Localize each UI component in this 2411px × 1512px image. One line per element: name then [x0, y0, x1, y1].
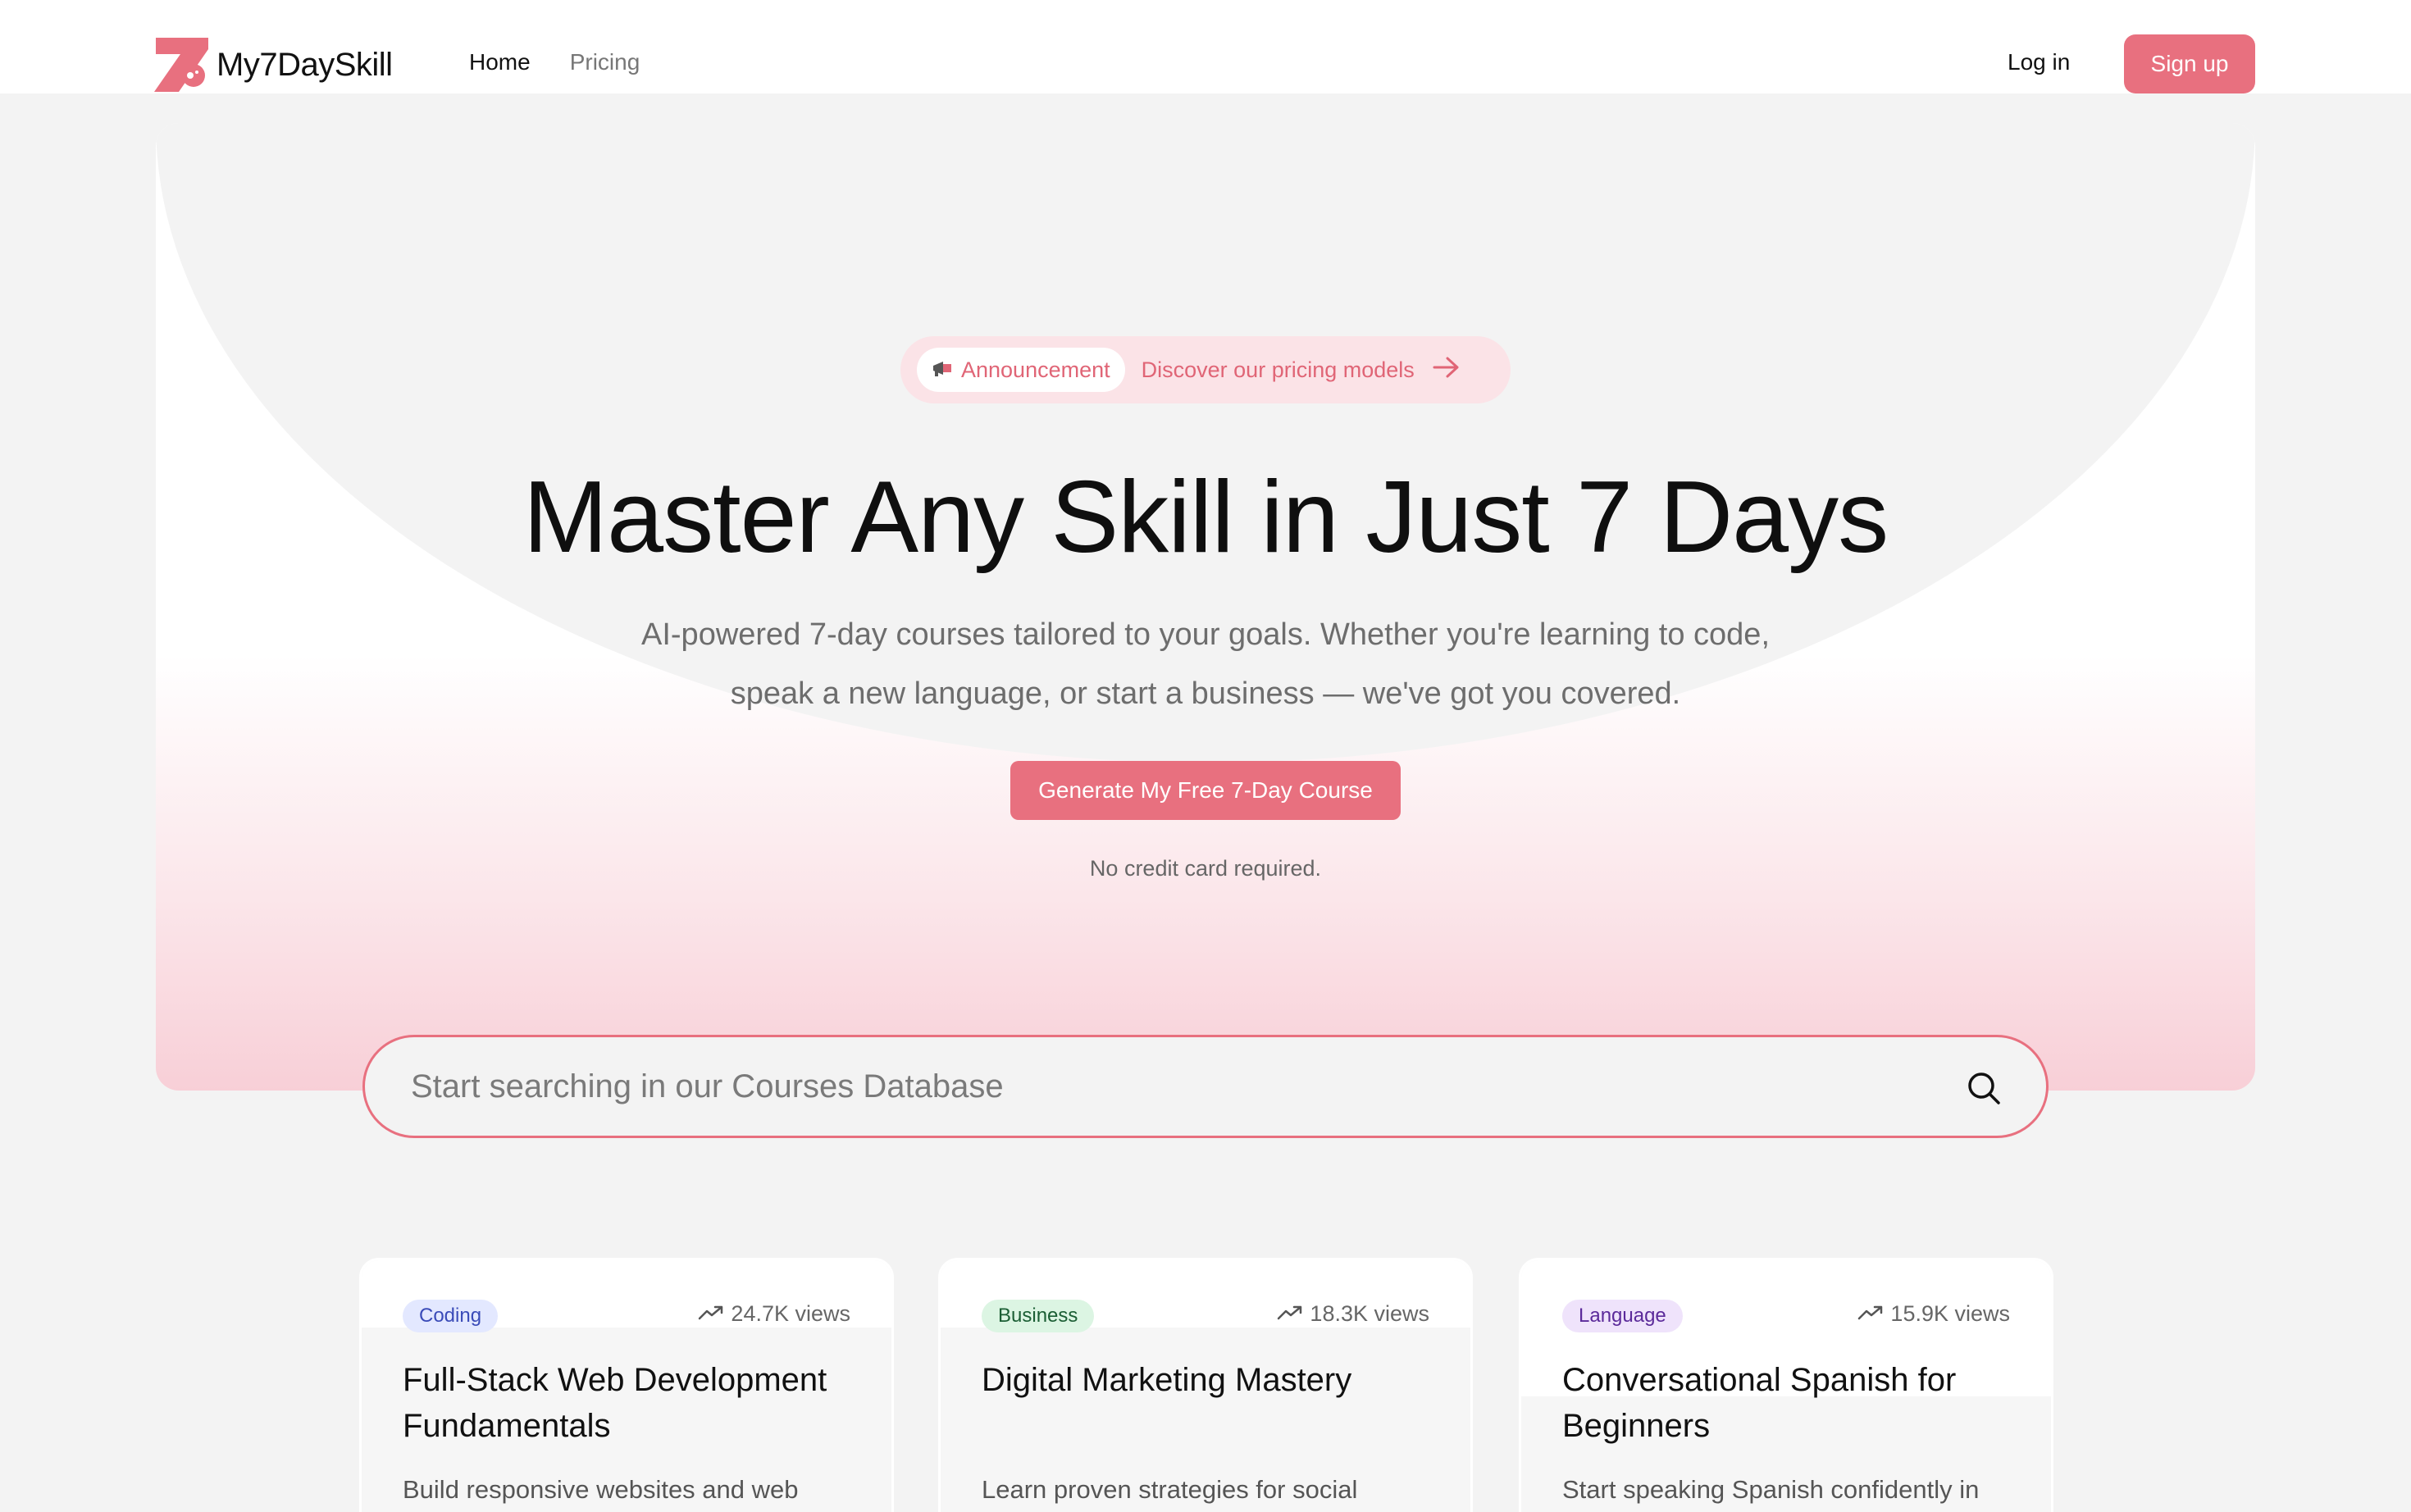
- trending-up-icon: [1857, 1301, 1884, 1327]
- views-count: 18.3K views: [1277, 1301, 1429, 1327]
- course-card[interactable]: Language 15.9K views Conversational Span…: [1519, 1258, 2053, 1512]
- course-description: Start speaking Spanish confidently in: [1562, 1475, 1980, 1504]
- course-card[interactable]: Business 18.3K views Digital Marketing M…: [938, 1258, 1473, 1512]
- course-search-bar: [362, 1035, 2049, 1138]
- hero-subtitle: AI-powered 7-day courses tailored to you…: [641, 617, 1770, 711]
- announcement-pill: Announcement: [917, 348, 1125, 392]
- top-navbar: My7DaySkill Home Pricing Log in Sign up: [0, 0, 2411, 93]
- signup-button[interactable]: Sign up: [2124, 34, 2255, 93]
- main-nav: Home Pricing: [469, 49, 640, 75]
- category-badge: Coding: [403, 1300, 499, 1332]
- announcement-label: Announcement: [961, 357, 1110, 382]
- course-title: Conversational Spanish for Beginners: [1562, 1362, 1957, 1444]
- trending-up-icon: [1277, 1301, 1303, 1327]
- course-title: Full-Stack Web Development Fundamentals: [403, 1362, 827, 1444]
- no-credit-card-note: No credit card required.: [1089, 856, 1322, 881]
- course-search-input[interactable]: [411, 1068, 1936, 1105]
- brand-name: My7DaySkill: [216, 46, 393, 83]
- course-description: Learn proven strategies for social: [982, 1475, 1358, 1504]
- search-icon[interactable]: [1964, 1068, 2003, 1108]
- brand-logo[interactable]: My7DaySkill: [154, 38, 393, 92]
- category-badge: Business: [982, 1300, 1095, 1332]
- announcement-banner[interactable]: Announcement Discover our pricing models: [900, 336, 1511, 403]
- hero-title: Master Any Skill in Just 7 Days: [522, 461, 1889, 574]
- nav-pricing-link[interactable]: Pricing: [570, 49, 640, 75]
- course-card[interactable]: Coding 24.7K views Full-Stack Web Develo…: [359, 1258, 894, 1512]
- category-badge: Language: [1562, 1300, 1683, 1332]
- megaphone-icon: [932, 358, 955, 383]
- pricing-models-link[interactable]: Discover our pricing models: [1142, 358, 1415, 383]
- views-label: 18.3K views: [1310, 1301, 1429, 1326]
- views-count: 15.9K views: [1857, 1301, 2010, 1327]
- course-description: Build responsive websites and web: [403, 1475, 799, 1504]
- logo-mark-icon: [154, 38, 208, 92]
- trending-up-icon: [698, 1301, 724, 1327]
- course-title: Digital Marketing Mastery: [982, 1362, 1352, 1398]
- views-label: 15.9K views: [1890, 1301, 2010, 1326]
- views-count: 24.7K views: [698, 1301, 850, 1327]
- login-link[interactable]: Log in: [2008, 49, 2070, 75]
- views-label: 24.7K views: [731, 1301, 850, 1326]
- generate-course-button[interactable]: Generate My Free 7-Day Course: [1010, 761, 1401, 820]
- arrow-right-icon: [1433, 354, 1461, 386]
- nav-home-link[interactable]: Home: [469, 49, 531, 75]
